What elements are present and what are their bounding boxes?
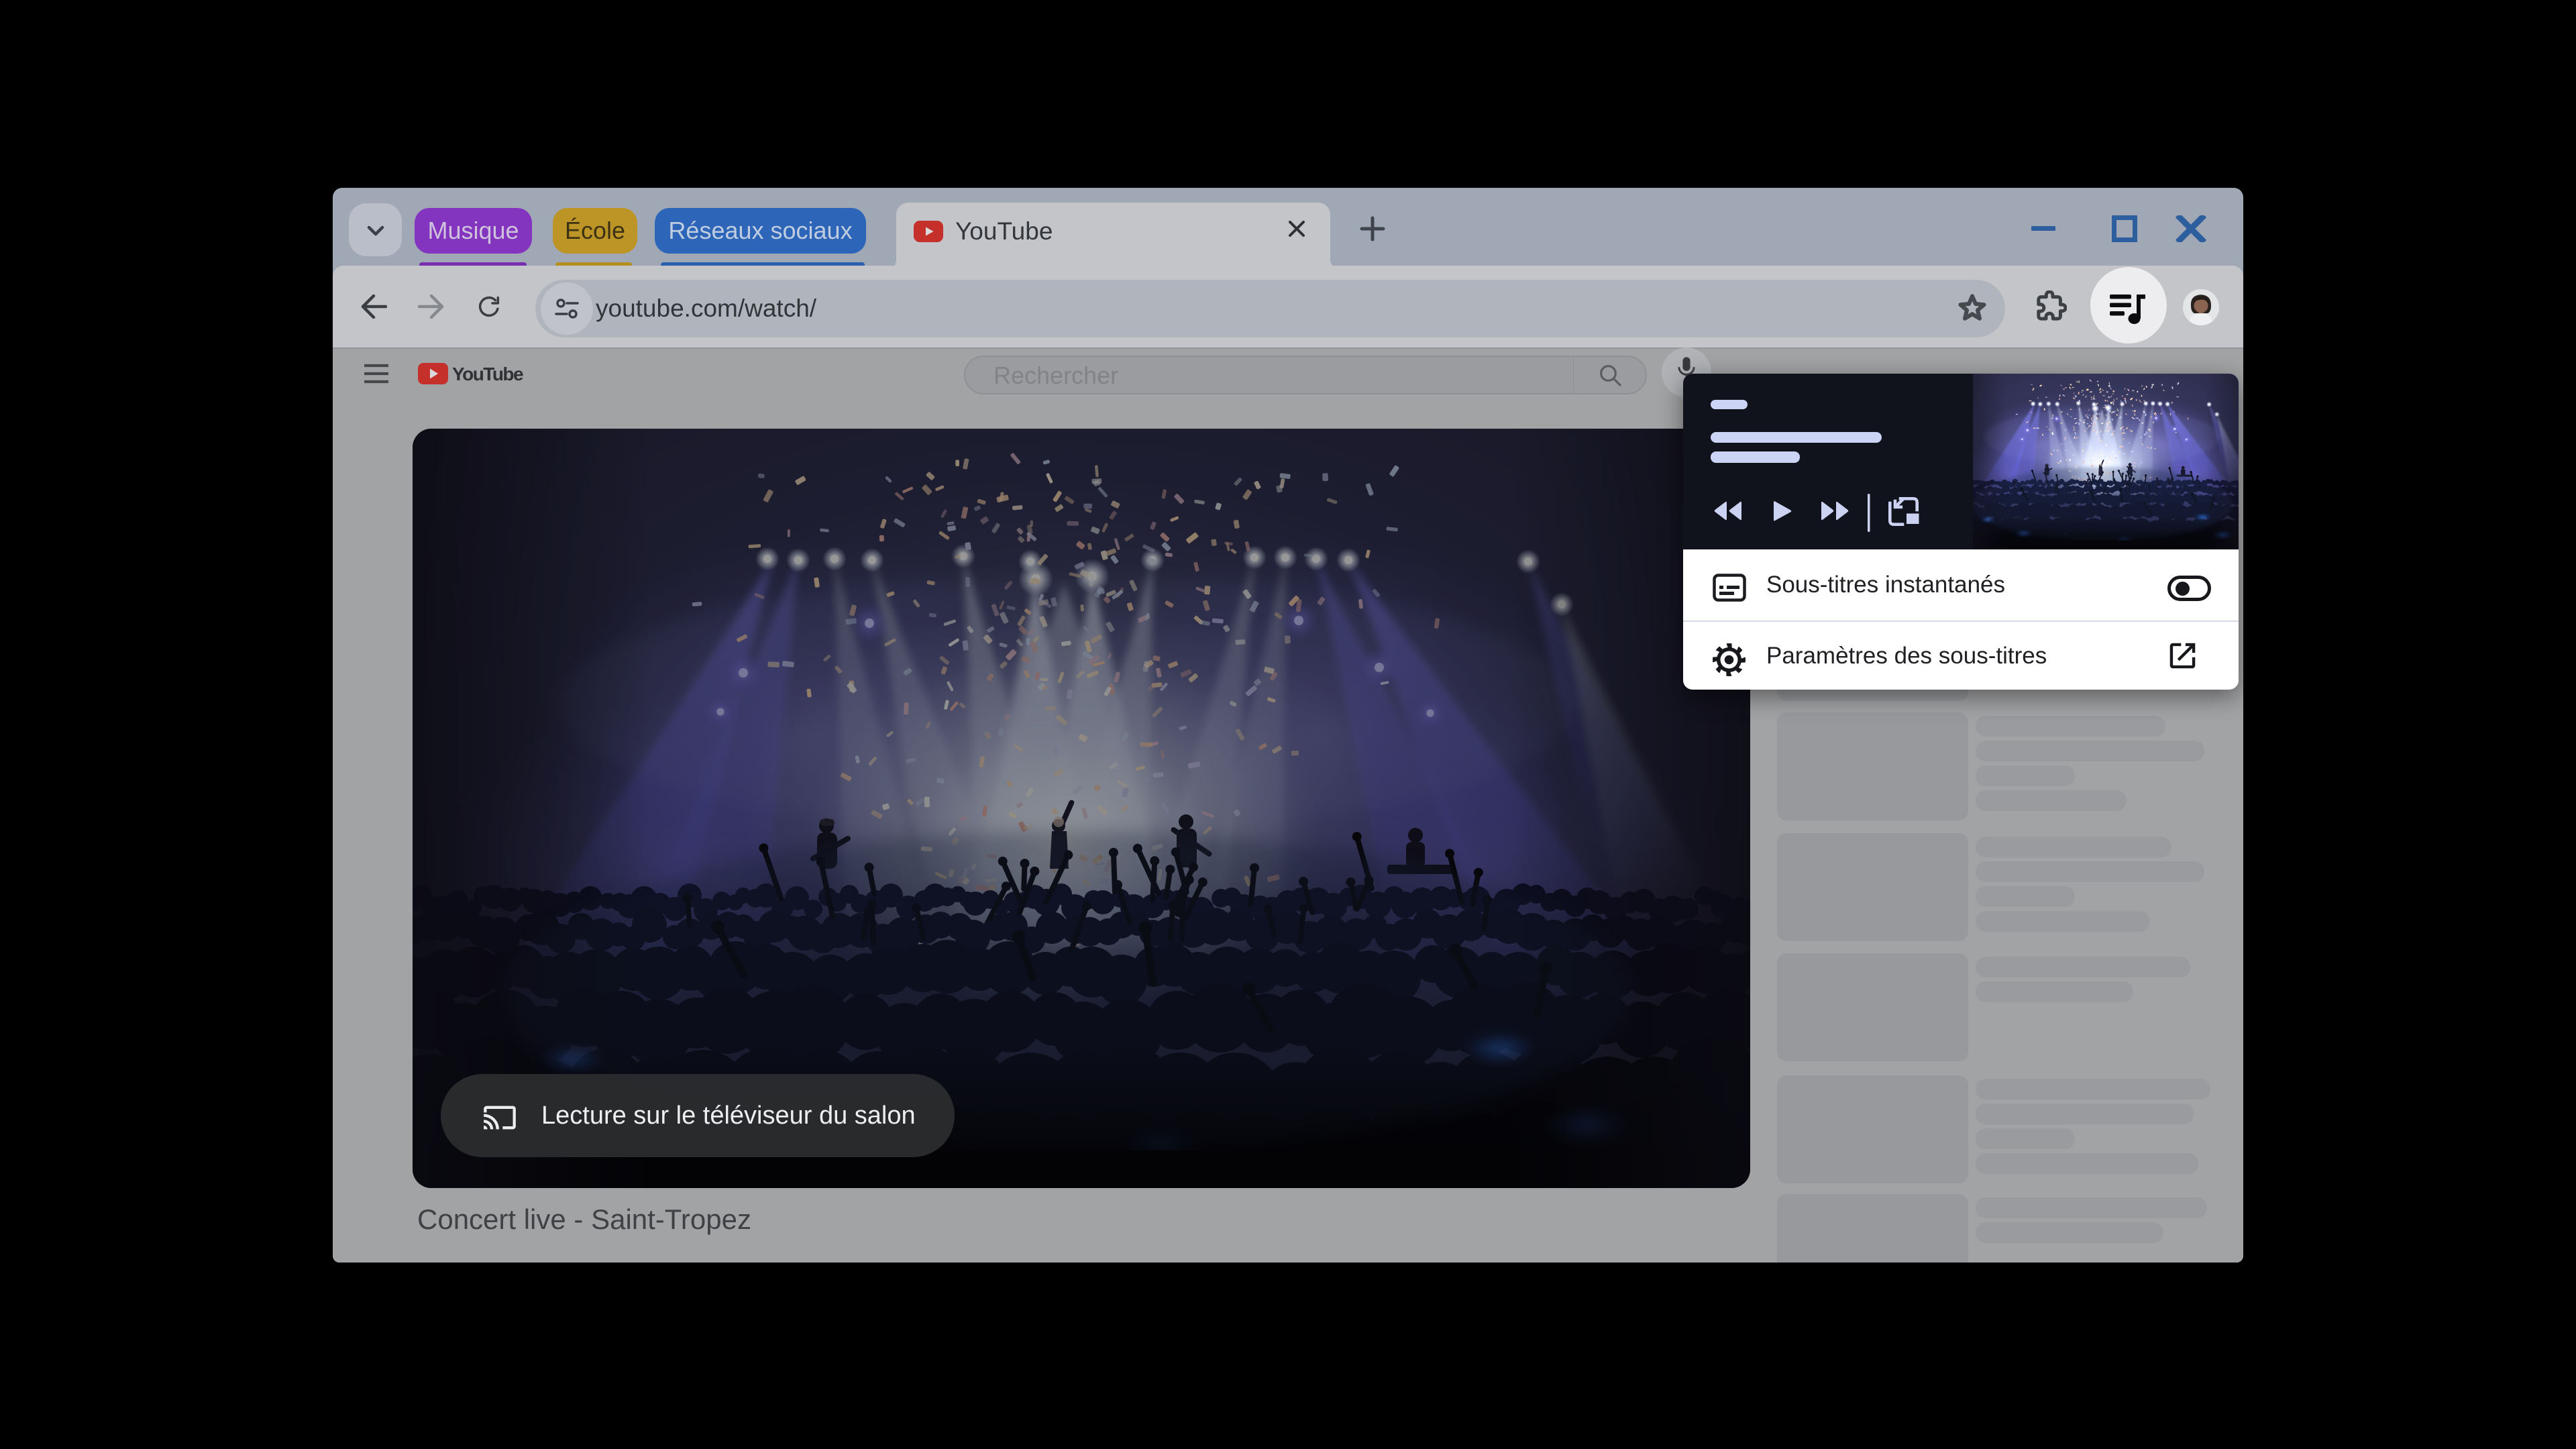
svg-text:YouTube: YouTube	[452, 364, 523, 384]
